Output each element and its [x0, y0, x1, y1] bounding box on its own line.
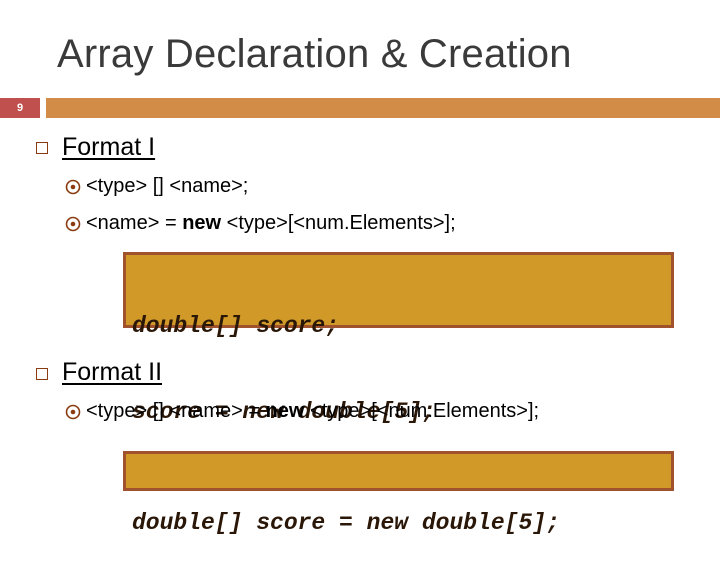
format-2-heading: Format II — [62, 358, 163, 386]
format-1-item-1-text: <type> [] <name>; — [86, 175, 249, 197]
format-1-item-1: <type> [] <name>; — [65, 175, 248, 198]
title-accent-bar — [46, 98, 720, 118]
format-1-item-2-post: <type>[<num.Elements>]; — [221, 212, 456, 234]
format-1-heading: Format I — [62, 133, 156, 161]
format-2-item-1-keyword: new — [265, 400, 305, 422]
code-line-1: double[] score; — [132, 313, 340, 339]
format-1-item-2: <name> = new <type>[<num.Elements>]; — [65, 212, 456, 235]
slide-number: 9 — [0, 98, 40, 118]
format-2-item-1: <type> [] <name> = new <type>[<num.Eleme… — [65, 400, 539, 423]
format-1-item-2-pre: <name> = — [86, 212, 183, 234]
circled-dot-icon — [65, 404, 81, 419]
hollow-square-icon — [36, 368, 48, 380]
circled-dot-icon — [65, 216, 81, 231]
hollow-square-icon — [36, 142, 48, 154]
format-2-item-1-post: <type>[<num.Elements>]; — [304, 400, 540, 422]
slide-title: Array Declaration & Creation — [57, 32, 572, 76]
format-2-item-1-pre: <type> [] <name> = — [86, 400, 266, 422]
code-line-3: double[] score = new double[5]; — [132, 510, 560, 536]
circled-dot-icon — [65, 179, 81, 194]
format-1-item-2-keyword: new — [182, 212, 222, 234]
code-block-format-1: double[] score; score = new double[5]; — [123, 252, 674, 425]
code-block-format-2: double[] score = new double[5]; — [123, 451, 674, 536]
